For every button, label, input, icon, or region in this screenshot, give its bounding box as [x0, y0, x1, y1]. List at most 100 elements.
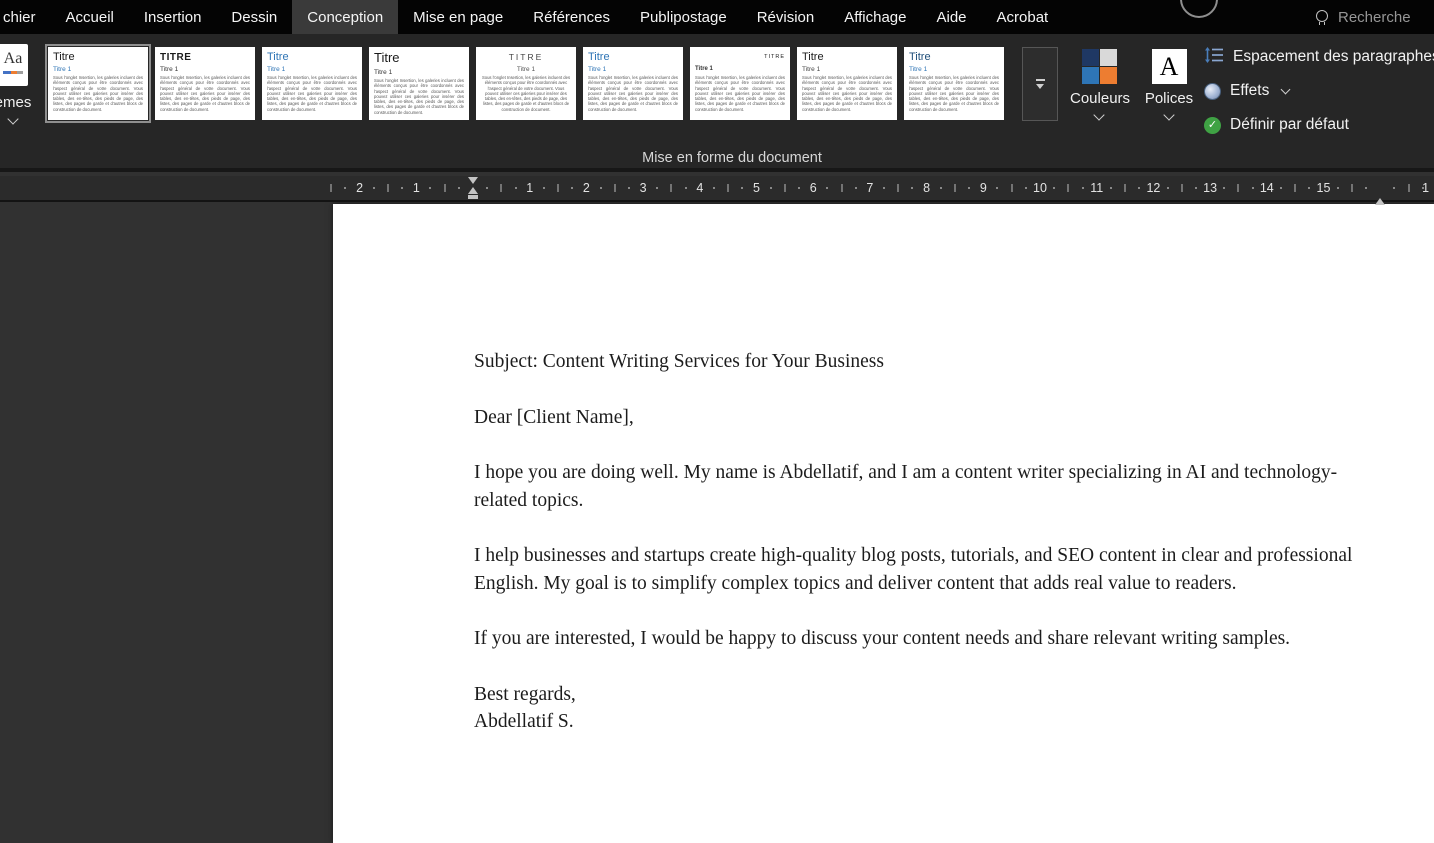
ruler-quarter-dot	[514, 187, 517, 189]
paragraph[interactable]: Best regards, Abdellatif S.	[474, 681, 1382, 736]
ruler-half-tick	[500, 184, 502, 192]
ruler-quarter-dot	[996, 187, 999, 189]
search-lightbulb-icon	[1316, 9, 1328, 25]
document-page[interactable]: Subject: Content Writing Services for Yo…	[333, 204, 1434, 843]
ruler-quarter-dot	[457, 187, 460, 189]
paragraph[interactable]: I help businesses and startups create hi…	[474, 542, 1382, 597]
style-set-thumbnail[interactable]: Titre Titre 1 Sous l'onglet Insertion, l…	[904, 47, 1004, 120]
ribbon-tab[interactable]: Accueil	[51, 0, 129, 34]
thumbnail-title: TITRE	[160, 52, 192, 63]
ruler-half-tick	[614, 184, 616, 192]
set-as-default-button[interactable]: ✓ Définir par défaut	[1204, 110, 1434, 140]
indent-marker-right[interactable]	[1375, 181, 1386, 205]
ruler-number: 2	[582, 181, 590, 195]
ribbon-options-column: Espacement des paragraphes Effets ✓ Défi…	[1204, 42, 1434, 140]
gallery-more-button[interactable]	[1022, 47, 1058, 121]
ribbon-tab-label: Révision	[756, 8, 815, 26]
ruler-quarter-dot	[798, 187, 801, 189]
ribbon-tab[interactable]: chier	[0, 0, 51, 34]
ribbon-tab-bar: chier Accueil Insertion Dessin Conceptio…	[0, 0, 1434, 34]
left-indent-icon	[468, 195, 478, 199]
ruler-quarter-dot	[939, 187, 942, 189]
hanging-indent-icon	[468, 187, 478, 194]
ruler-quarter-dot	[656, 187, 659, 189]
style-set-thumbnail[interactable]: Titre Titre 1 Sous l'onglet Insertion, l…	[797, 47, 897, 120]
style-set-thumbnail[interactable]: Titre Titre 1 Sous l'onglet Insertion, l…	[262, 47, 362, 120]
ribbon-tab[interactable]: Aide	[922, 0, 982, 34]
thumbnail-subtitle: Titre 1	[160, 66, 179, 73]
ruler-quarter-dot	[1109, 187, 1112, 189]
ruler-scale: 2 1 1 2 3 4 5 6 7 8 9 10 11 12 13 14 15 1	[0, 176, 1434, 200]
ribbon-tab-label: Acrobat	[996, 8, 1049, 26]
ribbon-tab[interactable]: Publipostage	[625, 0, 742, 34]
ruler-half-tick	[954, 184, 956, 192]
thumbnail-body-text: Sous l'onglet Insertion, les galeries in…	[481, 75, 571, 112]
ruler-quarter-dot	[1336, 187, 1339, 189]
effects-sphere-icon	[1204, 82, 1221, 100]
thumbnail-body-text: Sous l'onglet Insertion, les galeries in…	[909, 75, 999, 112]
effects-button[interactable]: Effets	[1204, 76, 1434, 106]
ruler-number: 8	[923, 181, 931, 195]
ribbon-tab-label: Publipostage	[639, 8, 727, 26]
set-as-default-label: Définir par défaut	[1230, 116, 1349, 133]
color-swatch-gray	[1099, 49, 1117, 66]
paragraph[interactable]: Subject: Content Writing Services for Yo…	[474, 348, 1382, 376]
ruler-quarter-dot	[429, 187, 432, 189]
gallery-more-arrow-icon	[1036, 83, 1044, 89]
ribbon-tab[interactable]: Révision	[742, 0, 830, 34]
first-line-indent-marker[interactable]	[468, 177, 478, 184]
ruler-quarter-dot	[1053, 187, 1056, 189]
ribbon-tab[interactable]: Dessin	[216, 0, 292, 34]
style-set-thumbnail[interactable]: TITRE Titre 1 Sous l'onglet Insertion, l…	[690, 47, 790, 120]
ruler-quarter-dot	[826, 187, 829, 189]
couleurs-button[interactable]: Couleurs	[1070, 49, 1130, 121]
ribbon-tab-label: Accueil	[65, 8, 114, 26]
themes-button[interactable]: Aa èmes	[0, 44, 36, 125]
ribbon-tab[interactable]: Références	[518, 0, 625, 34]
ribbon-tab-label: Conception	[307, 8, 384, 26]
ruler-quarter-dot	[1279, 187, 1282, 189]
ruler[interactable]: 2 1 1 2 3 4 5 6 7 8 9 10 11 12 13 14 15 1	[0, 176, 1434, 205]
thumbnail-title: Titre	[909, 51, 931, 63]
ruler-half-tick	[670, 184, 672, 192]
thumbnail-title: Titre	[53, 51, 75, 63]
style-set-thumbnail[interactable]: TITRE Titre 1 Sous l'onglet Insertion, l…	[155, 47, 255, 120]
thumbnail-body-text: Sous l'onglet Insertion, les galeries in…	[53, 75, 143, 112]
ribbon-tab[interactable]: Affichage	[829, 0, 921, 34]
paragraph[interactable]: Dear [Client Name],	[474, 404, 1382, 432]
ruler-quarter-dot	[344, 187, 347, 189]
themes-aa-glyph: Aa	[3, 50, 23, 67]
ruler-number: 14	[1259, 181, 1274, 195]
ribbon-tab[interactable]: Acrobat	[982, 0, 1064, 34]
style-set-thumbnail[interactable]: Titre Titre 1 Sous l'onglet Insertion, l…	[583, 47, 683, 120]
ruler-number: 9	[979, 181, 987, 195]
thumbnail-body-text: Sous l'onglet Insertion, les galeries in…	[374, 78, 464, 115]
ruler-quarter-dot	[1081, 187, 1084, 189]
style-set-thumbnail[interactable]: TITRE Titre 1 Sous l'onglet Insertion, l…	[476, 47, 576, 120]
ruler-quarter-dot	[1024, 187, 1027, 189]
ruler-half-tick	[330, 184, 332, 192]
ruler-number: 12	[1146, 181, 1161, 195]
ribbon-design-tab-panel: Aa èmes Titre Titre 1 Sous l'onglet Inse…	[0, 34, 1434, 145]
ribbon-tab[interactable]: Insertion	[129, 0, 217, 34]
ribbon-tab[interactable]: Conception	[292, 0, 399, 34]
paragraph-spacing-button[interactable]: Espacement des paragraphes	[1204, 42, 1434, 72]
ruler-half-tick	[444, 184, 446, 192]
search-box[interactable]: Recherche	[1316, 0, 1411, 34]
thumbnail-title: TITRE	[508, 52, 544, 62]
ruler-number: 1	[526, 181, 534, 195]
style-set-thumbnail[interactable]: Titre Titre 1 Sous l'onglet Insertion, l…	[369, 47, 469, 120]
ruler-half-tick	[1181, 184, 1183, 192]
thumbnail-subtitle: Titre 1	[516, 66, 536, 73]
ruler-quarter-dot	[769, 187, 772, 189]
style-set-thumbnail[interactable]: Titre Titre 1 Sous l'onglet Insertion, l…	[45, 44, 151, 123]
effects-label: Effets	[1230, 82, 1270, 99]
polices-button[interactable]: A Polices	[1140, 49, 1198, 121]
ribbon-tab[interactable]: Mise en page	[398, 0, 518, 34]
paragraph[interactable]: I hope you are doing well. My name is Ab…	[474, 459, 1382, 514]
paragraph[interactable]: If you are interested, I would be happy …	[474, 625, 1382, 653]
word-window: chier Accueil Insertion Dessin Conceptio…	[0, 0, 1434, 843]
indent-marker-left[interactable]	[468, 187, 478, 199]
ruler-quarter-dot	[486, 187, 489, 189]
ruler-number: 6	[809, 181, 817, 195]
